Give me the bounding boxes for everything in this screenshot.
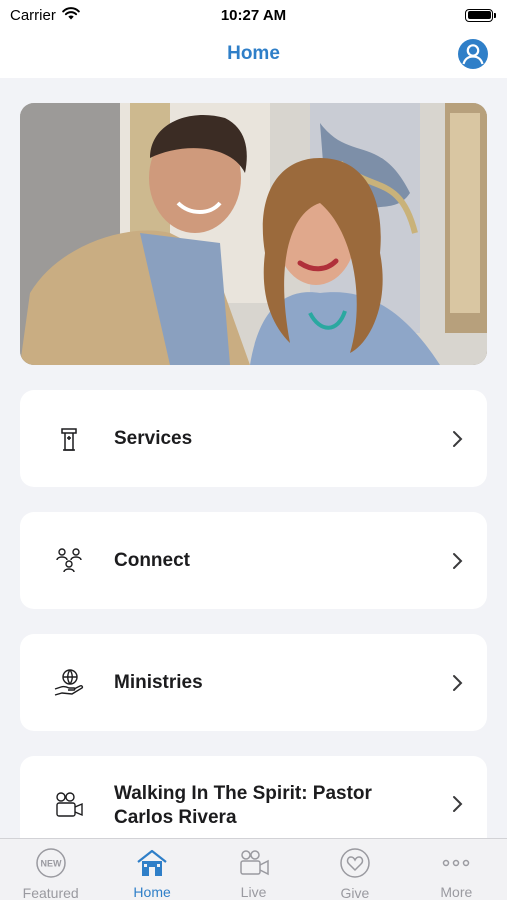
menu-item-ministries[interactable]: Ministries [20, 634, 487, 731]
menu-item-label: Ministries [114, 671, 203, 693]
menu-item-connect[interactable]: Connect [20, 512, 487, 609]
status-left: Carrier [10, 7, 80, 24]
carrier-label: Carrier [10, 6, 56, 24]
house-icon [135, 847, 169, 878]
nav-bar: Home [0, 30, 507, 78]
hand-globe-icon [52, 666, 86, 700]
profile-button[interactable] [458, 39, 488, 69]
menu-item-services[interactable]: Services [20, 390, 487, 487]
menu-item-label: Services [114, 427, 193, 449]
hero-photo [20, 103, 487, 365]
people-icon [52, 544, 86, 578]
tab-give[interactable]: Give [304, 839, 405, 900]
chevron-right-icon [453, 553, 463, 569]
wifi-icon [62, 6, 80, 24]
tab-label: Featured [22, 885, 79, 900]
video-camera-icon [237, 847, 271, 878]
ellipsis-icon [439, 847, 473, 878]
new-badge-icon: NEW [34, 847, 68, 879]
user-circle-icon [462, 44, 484, 65]
page-title: Home [227, 43, 280, 64]
menu-item-label: Walking In The Spirit: Pastor Carlos Riv… [114, 783, 372, 828]
video-camera-icon [52, 788, 86, 822]
tab-label: Live [240, 884, 267, 900]
chevron-right-icon [453, 796, 463, 812]
tab-more[interactable]: More [406, 839, 507, 900]
podium-icon [52, 422, 86, 456]
chevron-right-icon [453, 675, 463, 691]
tab-label: Home [133, 884, 171, 900]
tab-live[interactable]: Live [203, 839, 304, 900]
tab-bar: NEW Featured Home Live Give More [0, 838, 507, 900]
tab-label: More [440, 884, 473, 900]
menu-item-label: Connect [114, 549, 190, 571]
tab-home[interactable]: Home [101, 839, 202, 900]
hero-image[interactable] [20, 103, 487, 365]
tab-featured[interactable]: NEW Featured [0, 839, 101, 900]
battery-icon [465, 8, 496, 22]
battery-fill [467, 11, 491, 19]
chevron-right-icon [453, 431, 463, 447]
heart-circle-icon [338, 847, 372, 879]
tab-label: Give [340, 885, 370, 900]
status-bar: Carrier 10:27 AM [0, 0, 507, 30]
new-badge-text: NEW [40, 859, 62, 869]
